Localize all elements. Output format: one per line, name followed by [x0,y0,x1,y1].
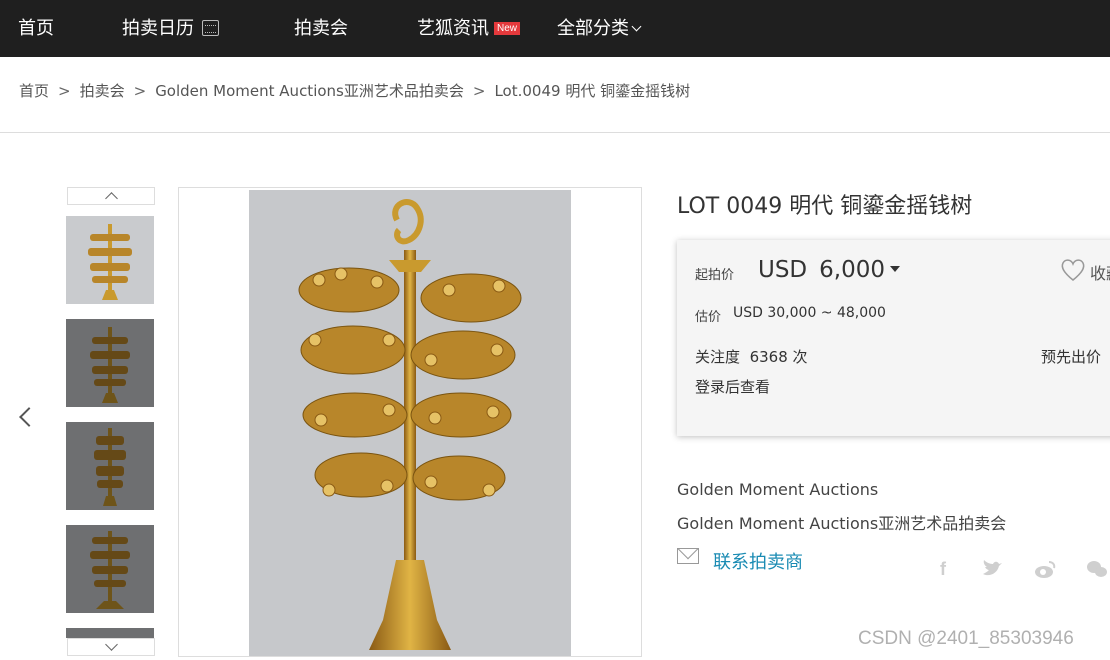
tree-thumbnail-image [90,531,130,609]
mail-icon[interactable] [677,548,699,564]
breadcrumb-separator: > [472,82,486,100]
breadcrumb-lot[interactable]: Lot.0049 明代 铜鎏金摇钱树 [494,82,690,100]
nav-categories[interactable]: 全部分类 [557,0,642,57]
new-badge: New [494,22,521,35]
wechat-icon[interactable] [1086,558,1108,580]
estimate-label: 估价 [695,310,722,325]
breadcrumb-home[interactable]: 首页 [19,82,49,100]
chevron-up-icon [105,192,118,205]
breadcrumb-sale[interactable]: Golden Moment Auctions亚洲艺术品拍卖会 [155,82,464,100]
auction-house-name[interactable]: Golden Moment Auctions [677,480,878,499]
money-tree-image [298,199,522,650]
facebook-icon[interactable]: f [932,558,954,580]
nav-auctions[interactable]: 拍卖会 [294,0,348,57]
contact-auctioneer-link[interactable]: 联系拍卖商 [713,548,803,574]
chevron-down-icon [631,21,642,32]
nav-categories-label: 全部分类 [557,18,629,39]
price-panel: 起拍价 USD 6,000 收藏 估价 USD 30,000 ~ 48,000 关… [677,240,1110,436]
tree-thumbnail-image [88,224,132,300]
start-price: USD 6,000 [758,257,901,283]
tree-thumbnail-image [90,327,130,403]
weibo-icon[interactable] [1034,558,1056,580]
sale-name[interactable]: Golden Moment Auctions亚洲艺术品拍卖会 [677,510,1006,534]
nav-home[interactable]: 首页 [18,0,54,57]
calendar-icon [202,20,219,36]
lot-title: LOT 0049 明代 铜鎏金摇钱树 [677,194,973,219]
nav-calendar[interactable]: 拍卖日历 [122,0,219,57]
thumbnail-4[interactable] [66,525,154,613]
attention-value: 6368 次 [749,348,808,366]
thumbnail-2[interactable] [66,319,154,407]
thumbnail-5[interactable] [66,628,154,638]
nav-calendar-label: 拍卖日历 [122,18,194,39]
tree-thumbnail-image [94,428,126,506]
thumbnail-1[interactable] [66,216,154,304]
breadcrumb-auctions[interactable]: 拍卖会 [80,82,125,100]
chevron-down-icon [105,638,118,651]
login-to-view-link[interactable]: 登录后查看 [695,376,770,397]
breadcrumb-divider [0,132,1110,133]
attention-row: 关注度 6368 次 [695,346,808,367]
main-image-frame [178,187,642,657]
nav-news-label: 艺狐资讯 [417,18,489,39]
favorite-label[interactable]: 收藏 [1090,260,1110,284]
pre-bid-button[interactable]: 预先出价 [1041,346,1101,367]
watermark: CSDN @2401_85303946 [858,628,1074,649]
nav-news[interactable]: 艺狐资讯 New [417,0,521,57]
breadcrumb: 首页 > 拍卖会 > Golden Moment Auctions亚洲艺术品拍卖会 > Lo… [19,80,690,101]
thumb-scroll-down-button[interactable] [67,638,155,656]
heart-icon[interactable] [1060,257,1086,283]
currency-label: USD [758,257,808,283]
start-price-label: 起拍价 [695,268,735,283]
main-lot-image[interactable] [249,190,571,656]
breadcrumb-separator: > [58,82,71,100]
currency-dropdown-icon[interactable] [890,266,901,272]
attention-label: 关注度 [695,348,741,366]
thumbnail-3[interactable] [66,422,154,510]
twitter-icon[interactable] [981,558,1003,580]
estimate-value: USD 30,000 ~ 48,000 [733,305,886,321]
previous-image-arrow[interactable] [19,407,39,427]
thumb-scroll-up-button[interactable] [67,187,155,205]
breadcrumb-separator: > [133,82,147,100]
top-nav-bar: 首页 拍卖日历 拍卖会 艺狐资讯 New 全部分类 [0,0,1110,57]
start-price-value: 6,000 [819,257,886,283]
